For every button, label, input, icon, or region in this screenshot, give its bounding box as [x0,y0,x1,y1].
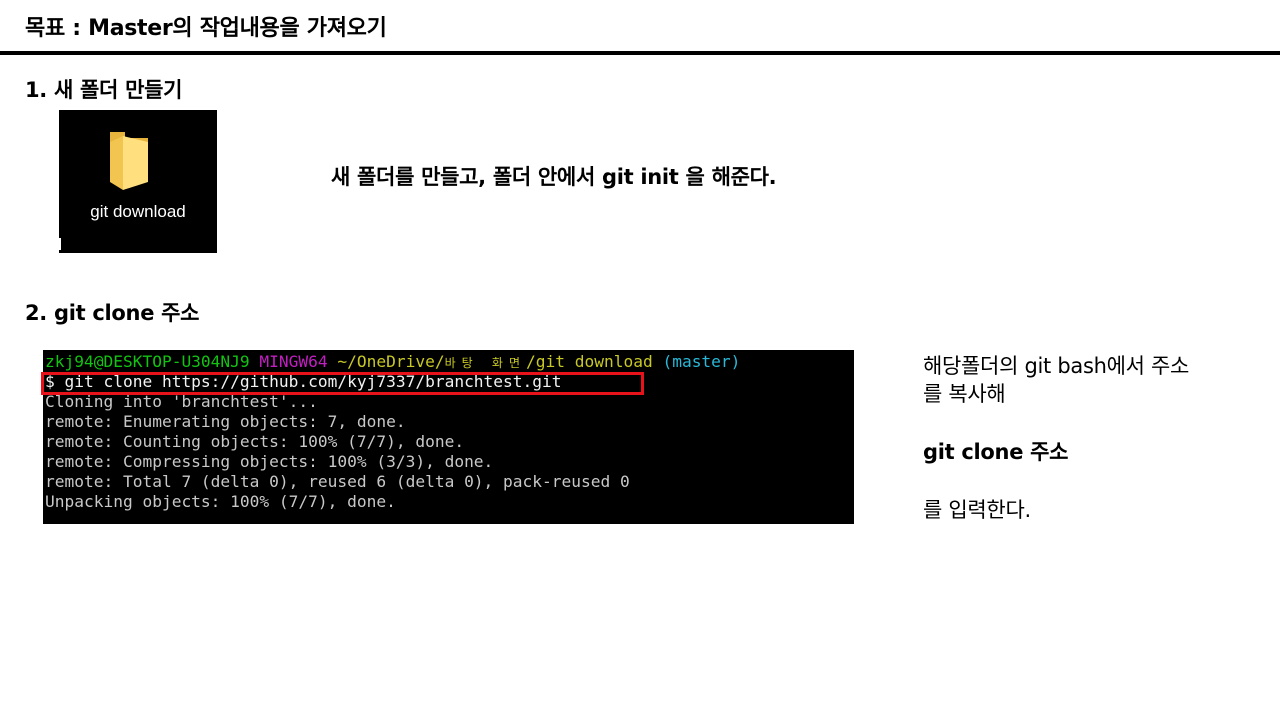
step2-heading: 2. git clone 주소 [25,301,200,325]
folder-label: git download [90,202,186,221]
command-highlight-box [41,372,644,395]
note-line3: 를 입력한다. [923,498,1031,522]
title-rule [0,51,1280,55]
terminal-output-line: remote: Counting objects: 100% (7/7), do… [45,432,465,451]
note-command: git clone 주소 [923,440,1069,464]
prompt-env: MINGW64 [259,352,328,371]
terminal-output-line: Unpacking objects: 100% (7/7), done. [45,492,396,511]
prompt-branch: (master) [662,352,741,371]
terminal-prompt-line: zkj94@DESKTOP-U304NJ9 MINGW64 ~/OneDrive… [45,352,740,373]
prompt-user: zkj94@DESKTOP-U304NJ9 [45,352,250,371]
step1-heading: 1. 새 폴더 만들기 [25,78,183,102]
prompt-path-b: /git download [526,352,653,371]
folder-tile[interactable]: git download [59,110,217,253]
terminal-output-line: remote: Total 7 (delta 0), reused 6 (del… [45,472,630,491]
folder-icon [110,132,148,190]
note-line1: 해당폴더의 git bash에서 주소 [923,354,1190,378]
prompt-path-kr: 바탕 화면 [444,356,526,370]
step1-description: 새 폴더를 만들고, 폴더 안에서 git init 을 해준다. [331,165,777,189]
terminal-output-line: Cloning into 'branchtest'... [45,392,318,411]
slide-title: 목표 : Master의 작업내용을 가져오기 [25,16,387,41]
terminal-output-line: remote: Enumerating objects: 7, done. [45,412,406,431]
selection-tick [59,238,61,250]
terminal-output-line: remote: Compressing objects: 100% (3/3),… [45,452,494,471]
prompt-path-a: ~/OneDrive/ [337,352,445,371]
note-line2: 를 복사해 [923,382,1006,406]
